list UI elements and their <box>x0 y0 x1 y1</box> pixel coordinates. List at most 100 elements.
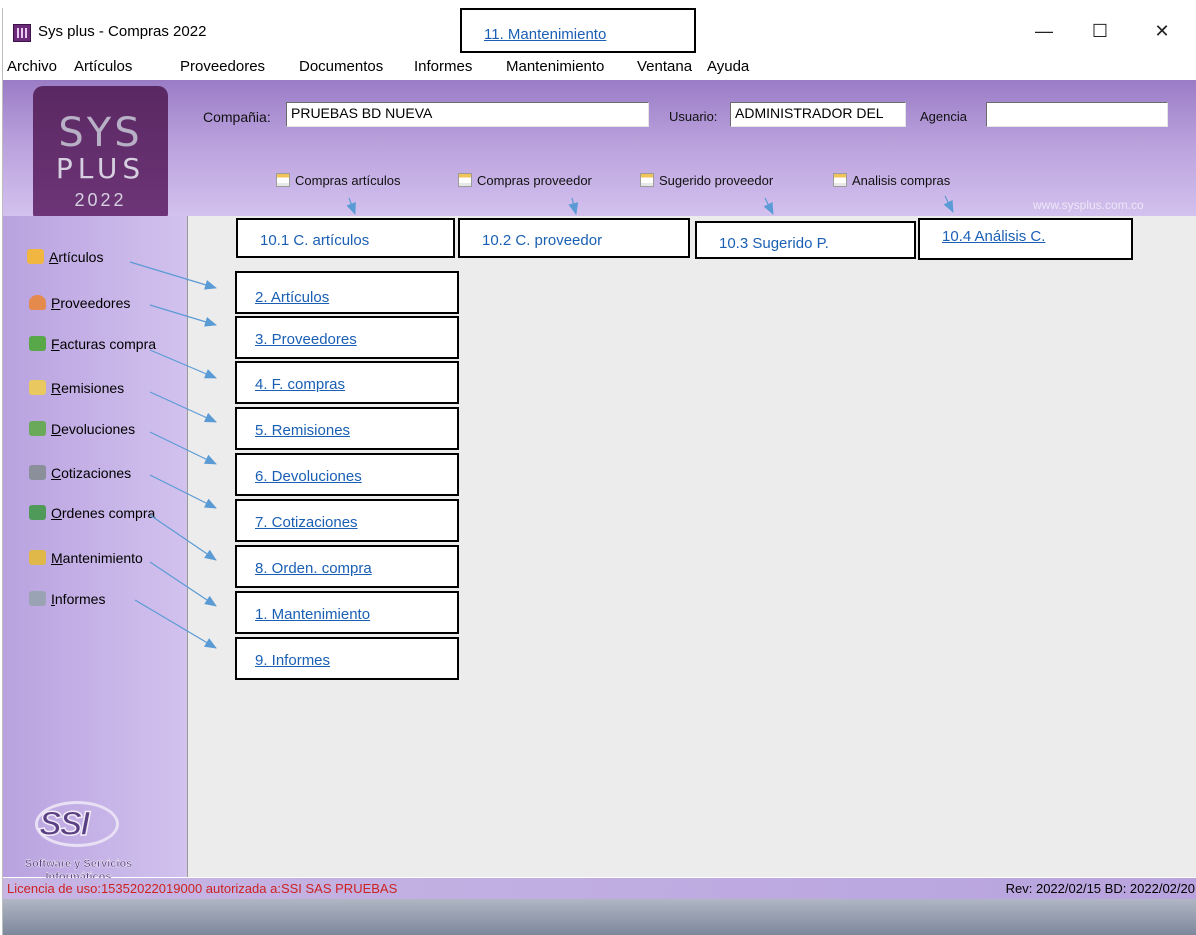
report-icon <box>458 173 472 187</box>
sidebar-item-label: antenimiento <box>62 550 143 566</box>
annotation-box-3: 3. Proveedores <box>235 316 459 359</box>
sidebar-item-proveedores[interactable]: Proveedores <box>29 295 130 311</box>
minimize-button[interactable]: — <box>1021 16 1067 46</box>
sidebar-item-mantenimiento[interactable]: Mantenimiento <box>29 550 143 566</box>
annotation-label-6[interactable]: 6. Devoluciones <box>255 468 362 485</box>
company-label: Compañia: <box>203 109 271 125</box>
app-window: Sys plus - Compras 2022 — ☐ ✕ Archivo Ar… <box>2 8 1196 935</box>
accel-key: P <box>51 295 61 311</box>
menu-articulos[interactable]: Artículos <box>74 58 132 75</box>
annotation-box-10-2: 10.2 C. proveedor <box>458 218 690 258</box>
logo-line-3: 2022 <box>74 190 127 210</box>
annotation-label-1[interactable]: 1. Mantenimiento <box>255 606 370 623</box>
report-icon <box>640 173 654 187</box>
tools-icon <box>29 550 46 565</box>
sidebar-item-label: emisiones <box>61 380 125 396</box>
annotation-box-10-1: 10.1 C. artículos <box>236 218 455 258</box>
accel-key: O <box>51 505 62 521</box>
annotation-label-7[interactable]: 7. Cotizaciones <box>255 514 358 531</box>
user-field[interactable]: ADMINISTRADOR DEL <box>730 102 906 127</box>
revision-text: Rev: 2022/02/15 BD: 2022/02/20 <box>1005 881 1195 896</box>
menu-mantenimiento[interactable]: Mantenimiento <box>506 58 604 75</box>
app-icon[interactable] <box>13 24 31 42</box>
annotation-label-4[interactable]: 4. F. compras <box>255 376 345 393</box>
accel-key: D <box>51 421 62 437</box>
return-icon <box>29 421 46 436</box>
sidebar-item-ordenes[interactable]: Ordenes compra <box>29 505 155 521</box>
agency-label: Agencia <box>920 109 967 124</box>
annotation-label-2[interactable]: 2. Artículos <box>255 289 329 306</box>
status-bar: Licencia de uso:15352022019000 autorizad… <box>3 878 1196 899</box>
accel-key: M <box>51 550 63 566</box>
sidebar-item-informes[interactable]: Informes <box>29 591 105 607</box>
accel-key: R <box>51 380 62 396</box>
menu-ayuda[interactable]: Ayuda <box>707 58 749 75</box>
annotation-title-box: 11. Mantenimiento <box>460 8 696 53</box>
invoice-icon <box>29 336 46 351</box>
annotation-label-8[interactable]: 8. Orden. compra <box>255 560 372 577</box>
annotation-box-1: 1. Mantenimiento <box>235 591 459 634</box>
pencil-icon <box>29 380 46 395</box>
annotation-title-label[interactable]: 11. Mantenimiento <box>484 26 606 43</box>
annotation-box-7: 7. Cotizaciones <box>235 499 459 542</box>
sidebar-item-remisiones[interactable]: Remisiones <box>29 380 124 396</box>
sidebar-item-label: nformes <box>54 591 106 607</box>
order-icon <box>29 505 46 520</box>
company-field[interactable]: PRUEBAS BD NUEVA <box>286 102 649 127</box>
maximize-button[interactable]: ☐ <box>1077 16 1123 46</box>
website-link[interactable]: www.sysplus.com.co <box>1033 198 1144 212</box>
menu-documentos[interactable]: Documentos <box>299 58 383 75</box>
sidebar-item-articulos[interactable]: Artículos <box>27 249 103 265</box>
menu-archivo[interactable]: Archivo <box>7 58 57 75</box>
report-icon <box>833 173 847 187</box>
compras-articulos-label: Compras artículos <box>295 173 401 188</box>
menu-ventana[interactable]: Ventana <box>637 58 692 75</box>
sidebar-item-label: roveedores <box>60 295 131 311</box>
compras-proveedor-button[interactable]: Compras proveedor <box>458 173 592 188</box>
logo-line-2: PLUS <box>55 152 146 185</box>
person-icon <box>29 295 46 310</box>
sidebar-item-devoluciones[interactable]: Devoluciones <box>29 421 135 437</box>
header-panel: SYS PLUS 2022 Compañia: PRUEBAS BD NUEVA… <box>3 80 1196 218</box>
analisis-compras-button[interactable]: Analisis compras <box>833 173 950 188</box>
printer-icon <box>29 591 46 606</box>
annotation-box-5: 5. Remisiones <box>235 407 459 450</box>
menu-informes[interactable]: Informes <box>414 58 472 75</box>
box-icon <box>27 249 44 264</box>
logo-line-1: SYS <box>58 110 143 156</box>
sidebar-item-label: acturas compra <box>59 336 157 352</box>
calculator-icon <box>29 465 46 480</box>
annotation-box-6: 6. Devoluciones <box>235 453 459 496</box>
agency-field[interactable] <box>986 102 1168 127</box>
annotation-label-10-2: 10.2 C. proveedor <box>482 232 603 249</box>
sidebar-item-facturas[interactable]: Facturas compra <box>29 336 156 352</box>
annotation-label-10-4[interactable]: 10.4 Análisis C. <box>942 228 1045 245</box>
sidebar-item-label: evoluciones <box>61 421 136 437</box>
annotation-label-3[interactable]: 3. Proveedores <box>255 331 357 348</box>
ssi-mark: SSI <box>38 804 90 844</box>
sidebar-item-label: otizaciones <box>61 465 132 481</box>
sugerido-proveedor-label: Sugerido proveedor <box>659 173 774 188</box>
user-label: Usuario: <box>669 109 718 124</box>
sugerido-proveedor-button[interactable]: Sugerido proveedor <box>640 173 773 188</box>
annotation-label-10-3: 10.3 Sugerido P. <box>719 235 829 252</box>
report-icon <box>276 173 290 187</box>
ssi-caption-1: Software y Servicios <box>24 858 133 870</box>
sidebar: Artículos Proveedores Facturas compra Re… <box>3 216 187 883</box>
accel-key: C <box>51 465 62 481</box>
annotation-box-4: 4. F. compras <box>235 361 459 404</box>
sidebar-item-label: rdenes compra <box>61 505 156 521</box>
sidebar-item-cotizaciones[interactable]: Cotizaciones <box>29 465 131 481</box>
taskbar-strip <box>3 899 1196 935</box>
annotation-label-9[interactable]: 9. Informes <box>255 652 330 669</box>
menu-bar: Archivo Artículos Proveedores Documentos… <box>3 55 1196 81</box>
sidebar-item-label: rtículos <box>58 249 104 265</box>
compras-proveedor-label: Compras proveedor <box>477 173 592 188</box>
annotation-box-9: 9. Informes <box>235 637 459 680</box>
menu-proveedores[interactable]: Proveedores <box>180 58 265 75</box>
accel-key: A <box>49 249 59 265</box>
annotation-label-5[interactable]: 5. Remisiones <box>255 422 350 439</box>
sysplus-logo: SYS PLUS 2022 <box>33 86 168 218</box>
compras-articulos-button[interactable]: Compras artículos <box>276 173 400 188</box>
close-button[interactable]: ✕ <box>1139 16 1185 46</box>
